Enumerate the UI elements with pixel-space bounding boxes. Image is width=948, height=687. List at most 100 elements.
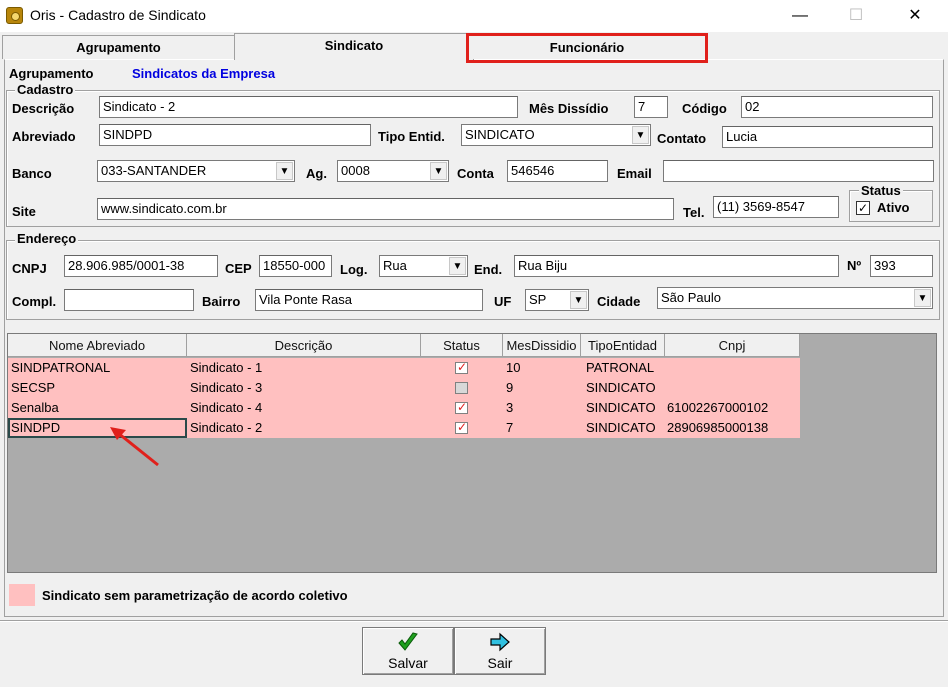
annotation-arrow-icon xyxy=(110,427,159,467)
ag-value: 0008 xyxy=(341,163,370,178)
cell-nome: SECSP xyxy=(11,380,56,395)
window-title: Oris - Cadastro de Sindicato xyxy=(30,7,206,23)
cell-descricao: Sindicato - 1 xyxy=(190,360,263,375)
sair-label: Sair xyxy=(487,655,513,671)
cell-tipo: SINDICATO xyxy=(586,420,656,435)
cell-tipo: PATRONAL xyxy=(586,360,655,375)
log-label: Log. xyxy=(340,262,368,277)
tipo-entid-label: Tipo Entid. xyxy=(378,129,445,144)
status-checkbox[interactable] xyxy=(455,382,468,394)
tab-agrupamento[interactable]: Agrupamento xyxy=(2,35,235,59)
tab-sindicato[interactable]: Sindicato xyxy=(234,33,474,60)
cell-nome: Senalba xyxy=(11,400,59,415)
table-row[interactable]: Senalba Sindicato - 4 3 SINDICATO 610022… xyxy=(8,398,800,418)
legend-color-swatch xyxy=(9,584,35,606)
site-input[interactable]: www.sindicato.com.br xyxy=(97,198,674,220)
contato-label: Contato xyxy=(657,131,707,146)
column-header-mesdissidio[interactable]: MesDissidio xyxy=(503,334,581,357)
tipo-entid-value: SINDICATO xyxy=(465,127,535,142)
contato-input[interactable]: Lucia xyxy=(722,126,933,148)
ag-select[interactable]: 0008 ▼ xyxy=(337,160,449,182)
cadastro-legend: Cadastro xyxy=(15,82,76,97)
chevron-down-icon[interactable]: ▼ xyxy=(430,162,447,180)
column-header-cnpj[interactable]: Cnpj xyxy=(665,334,800,357)
cep-input[interactable]: 18550-000 xyxy=(259,255,332,277)
bairro-input[interactable]: Vila Ponte Rasa xyxy=(255,289,483,311)
uf-select[interactable]: SP ▼ xyxy=(525,289,589,311)
ag-label: Ag. xyxy=(306,166,327,181)
cep-label: CEP xyxy=(225,261,252,276)
email-input[interactable] xyxy=(663,160,934,182)
exit-arrow-icon xyxy=(455,630,545,654)
cell-nome: SINDPATRONAL xyxy=(11,360,111,375)
cidade-label: Cidade xyxy=(597,294,641,309)
uf-value: SP xyxy=(529,292,547,307)
column-header-descricao[interactable]: Descrição xyxy=(187,334,421,357)
abreviado-input[interactable]: SINDPD xyxy=(99,124,371,146)
close-button[interactable]: ✕ xyxy=(892,4,938,28)
conta-input[interactable]: 546546 xyxy=(507,160,608,182)
log-value: Rua xyxy=(383,258,407,273)
cell-mes: 9 xyxy=(506,380,514,395)
log-select[interactable]: Rua ▼ xyxy=(379,255,468,277)
minimize-button[interactable]: — xyxy=(777,4,823,28)
agrupamento-value: Sindicatos da Empresa xyxy=(132,66,276,81)
cell-descricao: Sindicato - 3 xyxy=(190,380,263,395)
codigo-input[interactable]: 02 xyxy=(741,96,933,118)
app-icon xyxy=(6,7,23,24)
ativo-checkbox[interactable]: ✓ xyxy=(856,201,870,215)
banco-select[interactable]: 033-SANTANDER ▼ xyxy=(97,160,295,182)
separator xyxy=(0,620,948,622)
column-header-nome[interactable]: Nome Abreviado xyxy=(8,334,187,357)
table-row[interactable]: SINDPATRONAL Sindicato - 1 10 PATRONAL xyxy=(8,358,800,378)
descricao-label: Descrição xyxy=(12,101,75,116)
tipo-entid-select[interactable]: SINDICATO ▼ xyxy=(461,124,651,146)
cell-mes: 7 xyxy=(506,420,514,435)
column-header-status[interactable]: Status xyxy=(421,334,503,357)
cell-descricao: Sindicato - 4 xyxy=(190,400,263,415)
cell-descricao: Sindicato - 2 xyxy=(190,420,263,435)
mes-dissidio-label: Mês Dissídio xyxy=(529,101,609,116)
agrupamento-label: Agrupamento xyxy=(9,66,94,81)
chevron-down-icon[interactable]: ▼ xyxy=(449,257,466,275)
chevron-down-icon[interactable]: ▼ xyxy=(632,126,649,144)
cidade-value: São Paulo xyxy=(661,290,721,305)
salvar-label: Salvar xyxy=(388,655,428,671)
legend-note: Sindicato sem parametrização de acordo c… xyxy=(42,588,348,603)
chevron-down-icon[interactable]: ▼ xyxy=(570,291,587,309)
descricao-input[interactable]: Sindicato - 2 xyxy=(99,96,518,118)
status-checkbox[interactable] xyxy=(455,420,468,434)
chevron-down-icon[interactable]: ▼ xyxy=(276,162,293,180)
cidade-select[interactable]: São Paulo ▼ xyxy=(657,287,933,309)
endereco-legend: Endereço xyxy=(15,231,79,246)
tel-label: Tel. xyxy=(683,205,705,220)
green-check-icon xyxy=(363,630,453,654)
status-legend: Status xyxy=(859,183,903,198)
mes-dissidio-input[interactable]: 7 xyxy=(634,96,668,118)
bairro-label: Bairro xyxy=(202,294,241,309)
cell-tipo: SINDICATO xyxy=(586,400,656,415)
banco-label: Banco xyxy=(12,166,52,181)
tel-input[interactable]: (11) 3569-8547 xyxy=(713,196,839,218)
salvar-button[interactable]: Salvar xyxy=(362,627,454,675)
conta-label: Conta xyxy=(457,166,494,181)
table-row[interactable]: SECSP Sindicato - 3 9 SINDICATO xyxy=(8,378,800,398)
end-input[interactable]: Rua Biju xyxy=(514,255,839,277)
compl-input[interactable] xyxy=(64,289,194,311)
cell-cnpj: 28906985000138 xyxy=(667,420,769,435)
cell-mes: 10 xyxy=(506,360,521,375)
annotation-highlight-box xyxy=(466,33,708,63)
maximize-button[interactable]: ☐ xyxy=(833,4,879,28)
uf-label: UF xyxy=(494,294,512,309)
chevron-down-icon[interactable]: ▼ xyxy=(914,289,931,307)
cnpj-input[interactable]: 28.906.985/0001-38 xyxy=(64,255,218,277)
sair-button[interactable]: Sair xyxy=(454,627,546,675)
status-checkbox[interactable] xyxy=(455,400,468,414)
cnpj-label: CNPJ xyxy=(12,261,47,276)
column-header-tipoentidad[interactable]: TipoEntidad xyxy=(581,334,665,357)
numero-input[interactable]: 393 xyxy=(870,255,933,277)
abreviado-label: Abreviado xyxy=(12,129,76,144)
ativo-label: Ativo xyxy=(877,200,910,215)
numero-label: Nº xyxy=(847,258,862,273)
status-checkbox[interactable] xyxy=(455,360,468,374)
